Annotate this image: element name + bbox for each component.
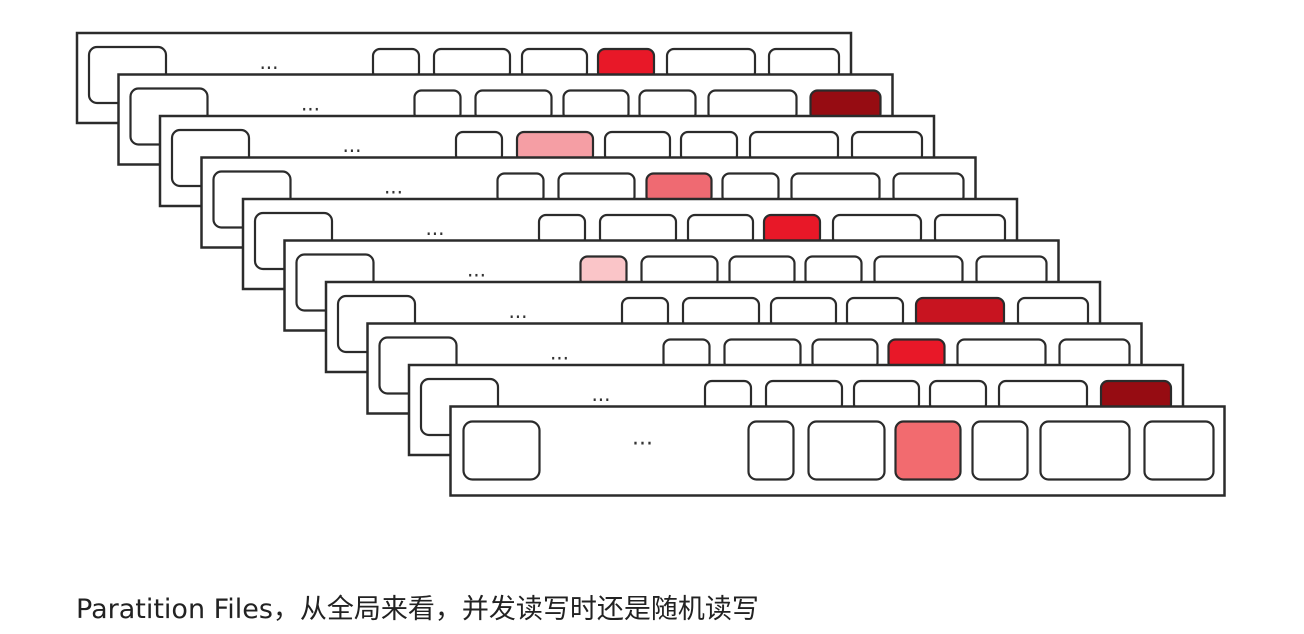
ellipsis: ... [467,258,486,282]
ellipsis: ... [384,175,403,199]
data-block [971,420,1029,481]
highlighted-block [894,420,962,481]
ellipsis: ... [259,50,278,74]
partition-files-diagram: .............................. [75,31,1226,497]
ellipsis: ... [591,382,610,406]
leading-block [462,420,541,481]
ellipsis: ... [342,133,361,157]
caption: Paratition Files，从全局来看，并发读写时还是随机读写 [76,594,759,625]
ellipsis: ... [301,92,320,116]
ellipsis: ... [508,299,527,323]
partition-file-10: ... [449,405,1226,497]
data-block [1039,420,1131,481]
ellipsis: ... [632,426,653,451]
data-block [747,420,795,481]
ellipsis: ... [425,216,444,240]
data-block [1143,420,1215,481]
data-block [807,420,886,481]
ellipsis: ... [550,341,569,365]
